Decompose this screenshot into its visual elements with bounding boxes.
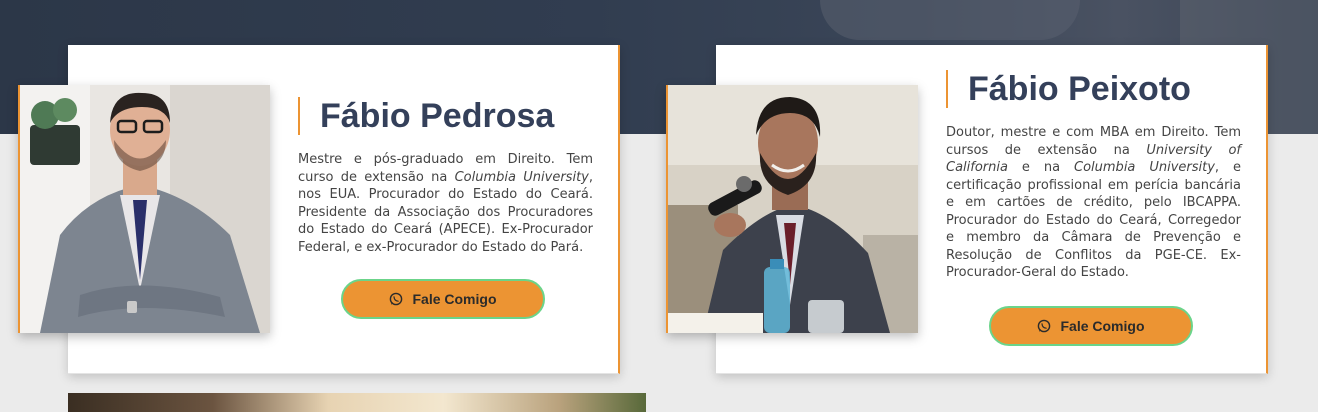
hero-photo-blur bbox=[820, 0, 1080, 40]
contact-button-label: Fale Comigo bbox=[412, 291, 497, 307]
profile-bio: Mestre e pós-graduado em Direito. Tem cu… bbox=[298, 152, 594, 255]
contact-button[interactable]: Fale Comigo bbox=[341, 279, 545, 319]
profile-photo bbox=[666, 85, 918, 333]
contact-button-label: Fale Comigo bbox=[1060, 318, 1145, 334]
profile-bio: Doutor, mestre e com MBA em Direito. Tem… bbox=[946, 125, 1241, 280]
profile-name: Fábio Peixoto bbox=[946, 70, 1191, 108]
whatsapp-icon bbox=[1037, 319, 1051, 333]
next-section-image bbox=[68, 393, 646, 412]
profile-photo bbox=[18, 85, 270, 333]
contact-button[interactable]: Fale Comigo bbox=[989, 306, 1193, 346]
whatsapp-icon bbox=[389, 292, 403, 306]
profile-name: Fábio Pedrosa bbox=[298, 97, 554, 135]
